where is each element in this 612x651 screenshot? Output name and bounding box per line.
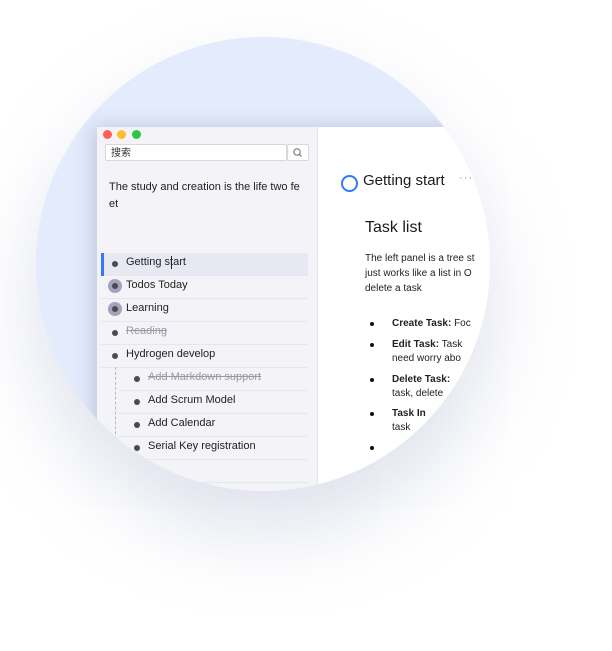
document-title: Getting start [363, 172, 445, 189]
outline-item-label: Hydrogen develop [126, 348, 216, 360]
outline-item-label: Todos Today [126, 279, 188, 291]
search-icon [293, 148, 302, 157]
search-button[interactable] [287, 144, 309, 161]
bullet-icon [370, 378, 374, 382]
outline-item-label: Getting start [126, 256, 186, 268]
bullet-dot-icon[interactable] [134, 376, 140, 382]
more-options-icon[interactable]: ··· [459, 172, 473, 184]
bullet-icon [370, 322, 374, 326]
list-item-text: Task [439, 339, 463, 350]
title-bar [97, 127, 317, 143]
bullet-dot-icon[interactable] [112, 261, 118, 267]
outline-item-reading[interactable]: Reading [101, 322, 308, 345]
bullet-icon [370, 446, 374, 450]
outline-item-label: Add Calendar [148, 417, 216, 429]
collapsed-bullet-icon[interactable] [108, 463, 122, 477]
notebook-title: The study and creation is the life two f… [109, 181, 300, 210]
indent-guide-line [115, 367, 116, 459]
outline-item-label: Reading [126, 325, 167, 337]
text-cursor [171, 256, 172, 269]
outline-item-label: Add Markdown support [148, 371, 262, 383]
search-input[interactable]: 搜索 [105, 144, 287, 161]
list-item-text: task, delete [392, 388, 444, 399]
bullet-icon [370, 343, 374, 347]
app-preview-viewport: 搜索 The study and creation is the life tw… [36, 37, 490, 491]
list-item-text: need worry abo [392, 353, 461, 364]
minimize-window-button[interactable] [117, 130, 126, 139]
paragraph-line: just works like a list in O [365, 268, 472, 279]
paragraph-line: The left panel is a tree st [365, 253, 475, 264]
outline-item-label: Serial Key registration [148, 440, 256, 452]
list-item-term: Task In [392, 408, 426, 419]
bullet-dot-icon[interactable] [112, 353, 118, 359]
sidebar: 搜索 The study and creation is the life tw… [97, 127, 318, 491]
bullet-icon [370, 412, 374, 416]
document-panel: Getting start ··· Task list The left pan… [318, 127, 490, 491]
section-heading: Task list [365, 219, 422, 236]
bullet-dot-icon[interactable] [134, 445, 140, 451]
list-item-term: Edit Task: [392, 339, 440, 350]
task-status-circle-icon[interactable] [341, 175, 358, 192]
outline-item-hydrogen-develop[interactable]: Hydrogen develop [101, 345, 308, 368]
list-item-term: Delete Task: [392, 374, 451, 385]
list-item-text: Foc [451, 318, 471, 329]
outline-item-getting-start[interactable]: Getting start [101, 253, 308, 276]
outline-item-label: Learning [126, 302, 169, 314]
app-window: 搜索 The study and creation is the life tw… [97, 127, 490, 491]
bullet-dot-icon[interactable] [134, 399, 140, 405]
collapsed-bullet-icon[interactable] [108, 302, 122, 316]
outline-item-add-markdown-support[interactable]: Add Markdown support [119, 368, 308, 391]
outline-item-others[interactable]: Others [101, 460, 308, 483]
bullet-dot-icon[interactable] [112, 330, 118, 336]
list-item-term: Create Task: [392, 318, 452, 329]
intro-paragraph: The left panel is a tree st just works l… [365, 251, 475, 296]
outline-item-todos-today[interactable]: Todos Today [101, 276, 308, 299]
outline-item-learning[interactable]: Learning [101, 299, 308, 322]
outline-item-serial-key-registration[interactable]: Serial Key registration [119, 437, 308, 460]
outline-item-label: Others [126, 463, 160, 475]
zoom-window-button[interactable] [132, 130, 141, 139]
bullet-dot-icon[interactable] [134, 422, 140, 428]
collapsed-bullet-icon[interactable] [108, 279, 122, 293]
list-item-text: task [392, 422, 411, 433]
paragraph-line: delete a task [365, 283, 422, 294]
outline-item-add-calendar[interactable]: Add Calendar [119, 414, 308, 437]
outline-item-add-scrum-model[interactable]: Add Scrum Model [119, 391, 308, 414]
close-window-button[interactable] [103, 130, 112, 139]
outline-item-label: Add Scrum Model [148, 394, 236, 406]
